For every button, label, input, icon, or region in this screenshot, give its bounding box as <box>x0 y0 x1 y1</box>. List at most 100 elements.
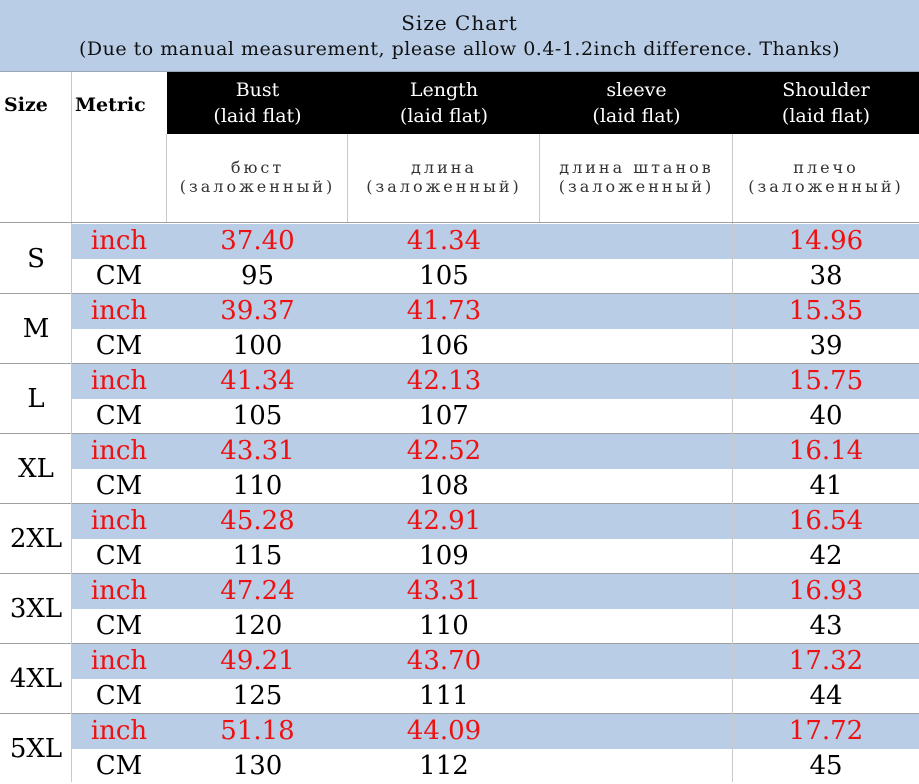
metric-cell: CM <box>95 401 143 431</box>
length-cell: 108 <box>419 471 469 501</box>
shoulder-cell: 16.14 <box>788 436 864 466</box>
header-metric-cell: Metric <box>72 72 167 134</box>
header-metric-label: Metric <box>75 94 146 116</box>
metric-cell: CM <box>95 611 143 641</box>
size-label: M <box>22 314 50 344</box>
grid-line <box>539 134 540 222</box>
length-cell: 44.09 <box>406 716 482 746</box>
bust-cell: 37.40 <box>220 226 295 256</box>
ru-shoulder-cell: плечо (заложенный) <box>733 134 919 222</box>
chart-title: Size Chart <box>401 11 518 35</box>
header-length-name: Length <box>409 79 479 101</box>
grid-line <box>0 713 919 714</box>
size-label: XL <box>18 454 54 484</box>
header-bust: Bust (laid flat) <box>167 72 348 134</box>
length-cell: 43.70 <box>406 646 482 676</box>
bust-cell: 41.34 <box>220 366 295 396</box>
cm-row: CM 120 110 43 <box>72 609 919 644</box>
sleeve-cell <box>540 749 733 784</box>
shoulder-cell: 41 <box>809 471 843 501</box>
shoulder-cell: 16.93 <box>788 576 864 606</box>
shoulder-cell: 40 <box>809 401 843 431</box>
grid-line <box>0 503 919 504</box>
inch-row: inch 51.18 44.09 17.72 <box>72 714 919 749</box>
metric-cell: inch <box>90 296 148 326</box>
grid-line <box>0 222 919 223</box>
inch-row: inch 39.37 41.73 15.35 <box>72 294 919 329</box>
sleeve-cell <box>540 679 733 714</box>
length-cell: 41.34 <box>406 226 482 256</box>
sleeve-cell <box>540 434 733 469</box>
length-cell: 43.31 <box>406 576 482 606</box>
metric-cell: CM <box>95 261 143 291</box>
inch-row: inch 37.40 41.34 14.96 <box>72 224 919 259</box>
header-sleeve-sub: (laid flat) <box>592 105 681 127</box>
length-cell: 106 <box>419 331 469 361</box>
length-cell: 109 <box>419 541 469 571</box>
size-label: 5XL <box>9 734 63 764</box>
ru-sleeve-cell: длина штанов (заложенный) <box>540 134 733 222</box>
ru-bust-name: бюст <box>230 158 285 177</box>
metric-cell: inch <box>90 506 148 536</box>
metric-cell: inch <box>90 716 148 746</box>
length-cell: 107 <box>419 401 469 431</box>
chart-subtitle: (Due to manual measurement, please allow… <box>78 38 841 60</box>
ru-sleeve-name: длина штанов <box>559 158 714 177</box>
grid-line <box>71 72 72 782</box>
bust-cell: 43.31 <box>220 436 295 466</box>
length-cell: 42.13 <box>406 366 482 396</box>
size-label: S <box>27 244 45 274</box>
bust-cell: 115 <box>232 541 283 571</box>
shoulder-cell: 16.54 <box>788 506 864 536</box>
grid-line <box>347 134 348 222</box>
cm-row: CM 105 107 40 <box>72 399 919 434</box>
length-cell: 110 <box>419 611 469 641</box>
cm-row: CM 95 105 38 <box>72 259 919 294</box>
size-chart: Size Chart (Due to manual measurement, p… <box>0 0 919 784</box>
metric-cell: CM <box>95 331 143 361</box>
shoulder-cell: 17.32 <box>788 646 864 676</box>
header-shoulder-sub: (laid flat) <box>781 105 871 127</box>
metric-cell: inch <box>90 436 148 466</box>
bust-cell: 45.28 <box>220 506 295 536</box>
shoulder-cell: 15.75 <box>788 366 864 396</box>
length-cell: 42.52 <box>406 436 482 466</box>
metric-cell: CM <box>95 541 143 571</box>
metric-cell: CM <box>95 681 143 711</box>
sleeve-cell <box>540 644 733 679</box>
inch-row: inch 47.24 43.31 16.93 <box>72 574 919 609</box>
bust-cell: 39.37 <box>220 296 295 326</box>
bust-cell: 51.18 <box>220 716 295 746</box>
bust-cell: 105 <box>232 401 283 431</box>
ru-sleeve-sub: (заложенный) <box>558 177 715 196</box>
header-bust-sub: (laid flat) <box>213 105 302 127</box>
length-cell: 42.91 <box>406 506 482 536</box>
cm-row: CM 110 108 41 <box>72 469 919 504</box>
bust-cell: 95 <box>240 261 275 291</box>
length-cell: 41.73 <box>406 296 482 326</box>
shoulder-cell: 39 <box>809 331 843 361</box>
ru-bust-sub: (заложенный) <box>179 177 336 196</box>
sleeve-cell <box>540 224 733 259</box>
shoulder-cell: 45 <box>809 751 843 781</box>
cm-row: CM 125 111 44 <box>72 679 919 714</box>
header-shoulder: Shoulder (laid flat) <box>733 72 919 134</box>
bust-cell: 120 <box>232 611 283 641</box>
sleeve-cell <box>540 364 733 399</box>
size-label: 4XL <box>9 664 63 694</box>
header-length: Length (laid flat) <box>348 72 540 134</box>
sleeve-cell <box>540 329 733 364</box>
sleeve-cell <box>540 539 733 574</box>
shoulder-cell: 44 <box>809 681 843 711</box>
header-sleeve: sleeve (laid flat) <box>540 72 733 134</box>
sleeve-cell <box>540 504 733 539</box>
ru-shoulder-name: плечо <box>793 158 859 177</box>
shoulder-cell: 15.35 <box>788 296 864 326</box>
shoulder-cell: 38 <box>809 261 843 291</box>
shoulder-cell: 17.72 <box>788 716 864 746</box>
ru-bust-cell: бюст (заложенный) <box>167 134 348 222</box>
sleeve-cell <box>540 294 733 329</box>
grid-line <box>166 134 167 222</box>
header-size-cell: Size <box>0 72 72 134</box>
length-cell: 112 <box>419 751 469 781</box>
